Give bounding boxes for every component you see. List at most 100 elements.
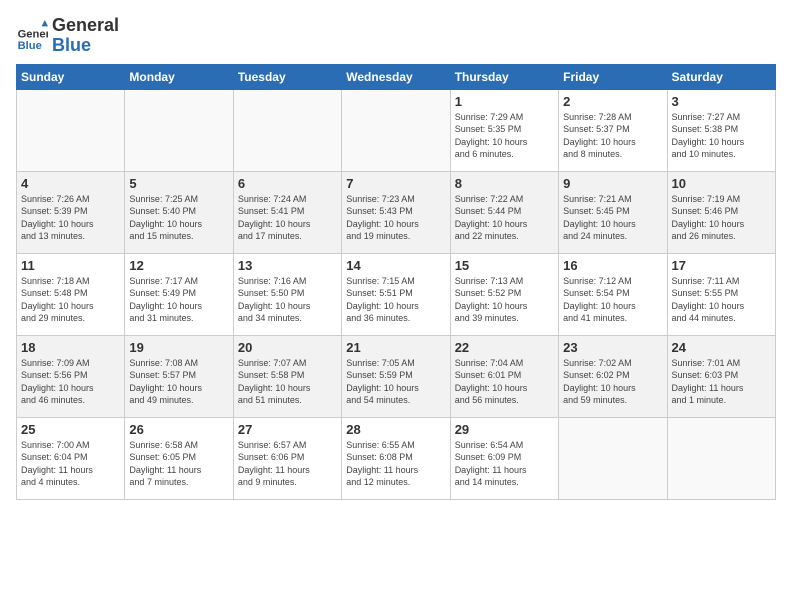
day-info: Sunrise: 7:25 AM Sunset: 5:40 PM Dayligh… [129,193,228,243]
day-number: 9 [563,176,662,191]
day-number: 24 [672,340,771,355]
calendar-cell: 22Sunrise: 7:04 AM Sunset: 6:01 PM Dayli… [450,335,558,417]
calendar-cell: 12Sunrise: 7:17 AM Sunset: 5:49 PM Dayli… [125,253,233,335]
calendar-cell: 24 Sunrise: 7:01 AM Sunset: 6:03 PM Dayli… [667,335,775,417]
calendar-cell: 3 Sunrise: 7:27 AM Sunset: 5:38 PM Daylig… [667,89,775,171]
day-number: 7 [346,176,445,191]
calendar-cell: 18 Sunrise: 7:09 AM Sunset: 5:56 PM Dayli… [17,335,125,417]
day-number: 3 [672,94,771,109]
calendar-cell: 7 Sunrise: 7:23 AM Sunset: 5:43 PM Daylig… [342,171,450,253]
calendar-week-2: 4 Sunrise: 7:26 AM Sunset: 5:39 PM Daylig… [17,171,776,253]
weekday-header-tuesday: Tuesday [233,64,341,89]
logo-icon: General Blue [16,20,48,52]
calendar-cell: 5 Sunrise: 7:25 AM Sunset: 5:40 PM Daylig… [125,171,233,253]
calendar-cell: 29 Sunrise: 6:54 AM Sunset: 6:09 PM Dayli… [450,417,558,499]
day-info: Sunrise: 6:55 AM Sunset: 6:08 PM Dayligh… [346,439,445,489]
calendar-table: SundayMondayTuesdayWednesdayThursdayFrid… [16,64,776,500]
calendar-cell [559,417,667,499]
day-info: Sunrise: 7:26 AM Sunset: 5:39 PM Dayligh… [21,193,120,243]
calendar-cell [125,89,233,171]
day-info: Sunrise: 6:58 AM Sunset: 6:05 PM Dayligh… [129,439,228,489]
day-info: Sunrise: 7:01 AM Sunset: 6:03 PM Dayligh… [672,357,771,407]
calendar-cell: 21 Sunrise: 7:05 AM Sunset: 5:59 PM Dayli… [342,335,450,417]
day-info: Sunrise: 7:24 AM Sunset: 5:41 PM Dayligh… [238,193,337,243]
day-info: Sunrise: 7:15 AM Sunset: 5:51 PM Dayligh… [346,275,445,325]
calendar-week-5: 25Sunrise: 7:00 AM Sunset: 6:04 PM Dayli… [17,417,776,499]
calendar-cell: 9 Sunrise: 7:21 AM Sunset: 5:45 PM Daylig… [559,171,667,253]
calendar-cell [17,89,125,171]
day-info: Sunrise: 7:07 AM Sunset: 5:58 PM Dayligh… [238,357,337,407]
calendar-cell: 11 Sunrise: 7:18 AM Sunset: 5:48 PM Dayli… [17,253,125,335]
day-number: 4 [21,176,120,191]
calendar-header-row: SundayMondayTuesdayWednesdayThursdayFrid… [17,64,776,89]
calendar-week-1: 1 Sunrise: 7:29 AM Sunset: 5:35 PM Daylig… [17,89,776,171]
day-info: Sunrise: 7:00 AM Sunset: 6:04 PM Dayligh… [21,439,120,489]
day-info: Sunrise: 7:04 AM Sunset: 6:01 PM Dayligh… [455,357,554,407]
day-info: Sunrise: 7:13 AM Sunset: 5:52 PM Dayligh… [455,275,554,325]
day-number: 29 [455,422,554,437]
day-info: Sunrise: 7:21 AM Sunset: 5:45 PM Dayligh… [563,193,662,243]
day-info: Sunrise: 7:05 AM Sunset: 5:59 PM Dayligh… [346,357,445,407]
calendar-cell: 27 Sunrise: 6:57 AM Sunset: 6:06 PM Dayli… [233,417,341,499]
calendar-cell: 13Sunrise: 7:16 AM Sunset: 5:50 PM Dayli… [233,253,341,335]
day-info: Sunrise: 7:08 AM Sunset: 5:57 PM Dayligh… [129,357,228,407]
calendar-body: 1 Sunrise: 7:29 AM Sunset: 5:35 PM Daylig… [17,89,776,499]
calendar-cell: 15 Sunrise: 7:13 AM Sunset: 5:52 PM Dayli… [450,253,558,335]
calendar-cell [233,89,341,171]
calendar-cell: 1 Sunrise: 7:29 AM Sunset: 5:35 PM Daylig… [450,89,558,171]
day-info: Sunrise: 7:23 AM Sunset: 5:43 PM Dayligh… [346,193,445,243]
day-info: Sunrise: 6:54 AM Sunset: 6:09 PM Dayligh… [455,439,554,489]
day-info: Sunrise: 6:57 AM Sunset: 6:06 PM Dayligh… [238,439,337,489]
day-number: 27 [238,422,337,437]
day-info: Sunrise: 7:28 AM Sunset: 5:37 PM Dayligh… [563,111,662,161]
day-number: 8 [455,176,554,191]
calendar-cell: 28 Sunrise: 6:55 AM Sunset: 6:08 PM Dayli… [342,417,450,499]
calendar-cell: 4 Sunrise: 7:26 AM Sunset: 5:39 PM Daylig… [17,171,125,253]
day-info: Sunrise: 7:22 AM Sunset: 5:44 PM Dayligh… [455,193,554,243]
day-info: Sunrise: 7:29 AM Sunset: 5:35 PM Dayligh… [455,111,554,161]
calendar-cell: 23 Sunrise: 7:02 AM Sunset: 6:02 PM Dayli… [559,335,667,417]
weekday-header-friday: Friday [559,64,667,89]
day-number: 14 [346,258,445,273]
calendar-week-3: 11 Sunrise: 7:18 AM Sunset: 5:48 PM Dayli… [17,253,776,335]
svg-text:Blue: Blue [18,40,42,52]
calendar-cell: 8 Sunrise: 7:22 AM Sunset: 5:44 PM Daylig… [450,171,558,253]
day-number: 26 [129,422,228,437]
day-number: 17 [672,258,771,273]
svg-text:General: General [18,28,48,40]
logo-text: General Blue [52,16,119,56]
day-number: 1 [455,94,554,109]
day-info: Sunrise: 7:18 AM Sunset: 5:48 PM Dayligh… [21,275,120,325]
day-info: Sunrise: 7:11 AM Sunset: 5:55 PM Dayligh… [672,275,771,325]
day-number: 6 [238,176,337,191]
day-info: Sunrise: 7:27 AM Sunset: 5:38 PM Dayligh… [672,111,771,161]
day-number: 20 [238,340,337,355]
calendar-cell: 2Sunrise: 7:28 AM Sunset: 5:37 PM Daylig… [559,89,667,171]
calendar-cell [667,417,775,499]
day-number: 18 [21,340,120,355]
weekday-header-monday: Monday [125,64,233,89]
day-number: 16 [563,258,662,273]
calendar-cell: 14 Sunrise: 7:15 AM Sunset: 5:51 PM Dayli… [342,253,450,335]
day-info: Sunrise: 7:12 AM Sunset: 5:54 PM Dayligh… [563,275,662,325]
day-number: 11 [21,258,120,273]
calendar-week-4: 18 Sunrise: 7:09 AM Sunset: 5:56 PM Dayli… [17,335,776,417]
day-number: 23 [563,340,662,355]
calendar-cell: 26 Sunrise: 6:58 AM Sunset: 6:05 PM Dayli… [125,417,233,499]
logo: General Blue General Blue [16,16,119,56]
calendar-cell: 16 Sunrise: 7:12 AM Sunset: 5:54 PM Dayli… [559,253,667,335]
day-number: 13 [238,258,337,273]
weekday-header-saturday: Saturday [667,64,775,89]
day-info: Sunrise: 7:17 AM Sunset: 5:49 PM Dayligh… [129,275,228,325]
calendar-cell: 19Sunrise: 7:08 AM Sunset: 5:57 PM Dayli… [125,335,233,417]
calendar-cell: 6 Sunrise: 7:24 AM Sunset: 5:41 PM Daylig… [233,171,341,253]
day-number: 28 [346,422,445,437]
calendar-cell: 17 Sunrise: 7:11 AM Sunset: 5:55 PM Dayli… [667,253,775,335]
calendar-cell: 20 Sunrise: 7:07 AM Sunset: 5:58 PM Dayli… [233,335,341,417]
day-number: 21 [346,340,445,355]
day-number: 15 [455,258,554,273]
day-info: Sunrise: 7:19 AM Sunset: 5:46 PM Dayligh… [672,193,771,243]
day-info: Sunrise: 7:02 AM Sunset: 6:02 PM Dayligh… [563,357,662,407]
day-info: Sunrise: 7:09 AM Sunset: 5:56 PM Dayligh… [21,357,120,407]
day-number: 5 [129,176,228,191]
